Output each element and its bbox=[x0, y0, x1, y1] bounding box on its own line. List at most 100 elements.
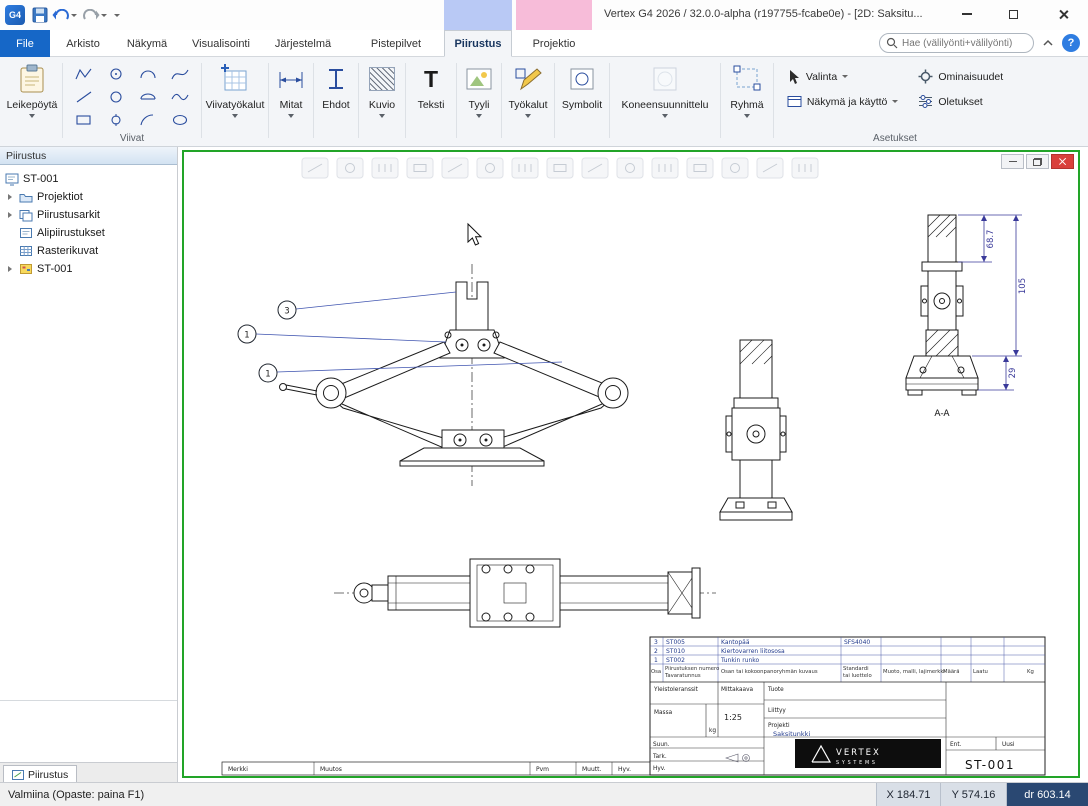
canvas-toolbar-icon[interactable] bbox=[687, 158, 713, 178]
valinta-button[interactable]: Valinta bbox=[787, 69, 899, 84]
mdi-minimize-button[interactable] bbox=[1001, 154, 1024, 169]
polyline-tool-icon[interactable] bbox=[69, 63, 100, 85]
viivatyokalut-button[interactable]: Viivatyökalut bbox=[204, 59, 266, 146]
ryhma-button[interactable]: Ryhmä bbox=[723, 59, 771, 146]
mdi-window-controls bbox=[1001, 154, 1074, 169]
canvas-toolbar-icon[interactable] bbox=[547, 158, 573, 178]
sheet-id: ST-001 bbox=[965, 758, 1015, 772]
dimension-icon bbox=[276, 62, 306, 96]
canvas-toolbar-icon[interactable] bbox=[652, 158, 678, 178]
revision-col-label: Muutos bbox=[320, 766, 342, 773]
nakyma-label: Näkymä ja käyttö bbox=[807, 96, 888, 108]
mdi-close-button[interactable] bbox=[1051, 154, 1074, 169]
tab-projektio[interactable]: Projektio bbox=[516, 30, 592, 57]
canvas-toolbar-icon[interactable] bbox=[337, 158, 363, 178]
mdi-restore-button[interactable] bbox=[1026, 154, 1049, 169]
tree-item-alipiirustukset[interactable]: Alipiirustukset bbox=[0, 224, 177, 242]
tab-visualisointi[interactable]: Visualisointi bbox=[178, 30, 264, 57]
title-block[interactable]: Merkki Muutos Pvm Muutt. Hyv. bbox=[222, 637, 1045, 775]
canvas-toolbar-icon[interactable] bbox=[512, 158, 538, 178]
canvas-toolbar-icon[interactable] bbox=[477, 158, 503, 178]
dim-label: 105 bbox=[1018, 278, 1028, 294]
contextual-tab-highlight-projektio bbox=[516, 0, 592, 30]
point-circle-tool-icon[interactable] bbox=[101, 109, 132, 131]
close-button[interactable] bbox=[1046, 0, 1080, 28]
arc-chord-tool-icon[interactable] bbox=[133, 86, 164, 108]
tree-item-piirustusarkit[interactable]: Piirustusarkit bbox=[0, 206, 177, 224]
line-tool-icon[interactable] bbox=[69, 86, 100, 108]
canvas-toolbar-icon[interactable] bbox=[582, 158, 608, 178]
redo-dropdown-icon[interactable] bbox=[101, 6, 107, 24]
canvas-toolbar-icon[interactable] bbox=[617, 158, 643, 178]
circle-center-tool-icon[interactable] bbox=[101, 63, 132, 85]
section-view[interactable]: A-A bbox=[906, 215, 978, 419]
nakyma-ja-kaytto-button[interactable]: Näkymä ja käyttö bbox=[787, 94, 899, 109]
tab-nakyma[interactable]: Näkymä bbox=[116, 30, 178, 57]
quick-access-customize-icon[interactable] bbox=[114, 6, 120, 24]
ehdot-button[interactable]: Ehdot bbox=[316, 59, 356, 146]
sidebar-tab-piirustus[interactable]: Piirustus bbox=[3, 765, 77, 783]
arc-tool-icon[interactable] bbox=[133, 63, 164, 85]
sidebar-splitter[interactable] bbox=[0, 700, 177, 701]
kuvio-button[interactable]: Kuvio bbox=[361, 59, 403, 146]
maximize-button[interactable] bbox=[996, 0, 1030, 28]
chevron-right-icon[interactable] bbox=[5, 265, 15, 273]
tree-item-projektiot[interactable]: Projektiot bbox=[0, 188, 177, 206]
ominaisuudet-button[interactable]: Ominaisuudet bbox=[918, 69, 1003, 84]
canvas-toolbar-icon[interactable] bbox=[372, 158, 398, 178]
canvas-toolbar-icon[interactable] bbox=[407, 158, 433, 178]
ribbon: Leikepöytä Viivat bbox=[0, 57, 1088, 147]
tree-item-rasterikuvat[interactable]: Rasterikuvat bbox=[0, 242, 177, 260]
tyyli-button[interactable]: Tyyli bbox=[459, 59, 499, 146]
arc-quarter-tool-icon[interactable] bbox=[133, 109, 164, 131]
mitat-button[interactable]: Mitat bbox=[271, 59, 311, 146]
undo-button[interactable] bbox=[52, 6, 70, 24]
chevron-right-icon[interactable] bbox=[5, 193, 15, 201]
undo-dropdown-icon[interactable] bbox=[71, 6, 77, 24]
ellipse-tool-icon[interactable] bbox=[165, 109, 196, 131]
ribbon-collapse-icon[interactable] bbox=[1042, 39, 1054, 47]
group-separator bbox=[501, 63, 502, 138]
tab-pistepilvet[interactable]: Pistepilvet bbox=[356, 30, 436, 57]
teksti-button[interactable]: T Teksti bbox=[408, 59, 454, 146]
tree-item-st001[interactable]: ST-001 bbox=[0, 170, 177, 188]
spline-tool-icon[interactable] bbox=[165, 63, 196, 85]
side-view[interactable] bbox=[720, 340, 792, 520]
machine-design-icon bbox=[650, 62, 680, 96]
rectangle-tool-icon[interactable] bbox=[69, 109, 100, 131]
app-logo[interactable]: G4 bbox=[5, 5, 25, 25]
clipboard-button[interactable]: Leikepöytä bbox=[7, 59, 58, 118]
koneensuunnittelu-button[interactable]: Koneensuunnittelu bbox=[612, 59, 718, 146]
oletukset-button[interactable]: Oletukset bbox=[918, 94, 1003, 109]
save-button[interactable] bbox=[32, 6, 48, 24]
bottom-view[interactable] bbox=[334, 559, 716, 627]
minimize-button[interactable] bbox=[950, 0, 984, 28]
sheets-icon bbox=[19, 209, 33, 222]
redo-button[interactable] bbox=[82, 6, 100, 24]
svg-text:Kg: Kg bbox=[1027, 669, 1034, 675]
tab-arkisto[interactable]: Arkisto bbox=[50, 30, 116, 57]
help-button[interactable]: ? bbox=[1062, 34, 1080, 52]
svg-text:VERTEX: VERTEX bbox=[836, 748, 881, 758]
subdrawing-icon bbox=[19, 227, 33, 239]
circle-tool-icon[interactable] bbox=[101, 86, 132, 108]
symbolit-button[interactable]: Symbolit bbox=[557, 59, 607, 146]
tyokalut-button[interactable]: Työkalut bbox=[504, 59, 552, 146]
canvas-toolbar-icon[interactable] bbox=[792, 158, 818, 178]
tree-item-st001-doc[interactable]: ST-001 bbox=[0, 260, 177, 278]
canvas-toolbar-icon[interactable] bbox=[302, 158, 328, 178]
chevron-right-icon[interactable] bbox=[5, 211, 15, 219]
vertex-app-window: G4 Vertex G4 2026 / 32.0.0-alpha (r19775… bbox=[0, 0, 1088, 806]
tab-jarjestelma[interactable]: Järjestelmä bbox=[264, 30, 342, 57]
canvas-toolbar-icon[interactable] bbox=[757, 158, 783, 178]
search-input[interactable] bbox=[879, 33, 1034, 53]
tab-file[interactable]: File bbox=[0, 30, 50, 57]
drawing-canvas[interactable]: 3 1 1 bbox=[182, 150, 1080, 778]
revision-col-label: Pvm bbox=[536, 766, 549, 773]
front-view[interactable] bbox=[280, 264, 629, 486]
curve-tool-icon[interactable] bbox=[165, 86, 196, 108]
status-message: Valmiina (Opaste: paina F1) bbox=[0, 789, 144, 801]
canvas-toolbar-icon[interactable] bbox=[442, 158, 468, 178]
tab-piirustus[interactable]: Piirustus bbox=[444, 30, 512, 57]
canvas-toolbar-icon[interactable] bbox=[722, 158, 748, 178]
